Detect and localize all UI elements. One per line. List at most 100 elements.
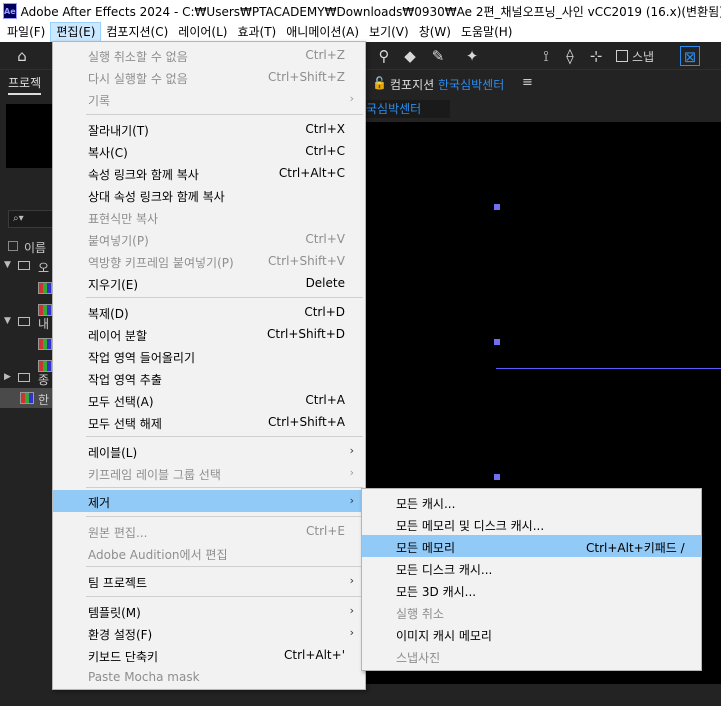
purge-menu-item[interactable]: 모든 메모리 Ctrl+Alt+키패드 / — [362, 535, 701, 557]
menu-window[interactable]: 창(W) — [414, 22, 456, 42]
panel-menu-icon[interactable]: ≡ — [522, 75, 533, 90]
edit-menu-dropdown: 실행 취소할 수 없음 Ctrl+Z 다시 실행할 수 없음 Ctrl+Shift+Z… — [52, 41, 366, 690]
edit-menu-item-label: 다시 실행할 수 없음 — [88, 72, 188, 86]
project-comp-row[interactable]: 한 — [0, 388, 54, 408]
edit-menu-item[interactable]: 복제(D) Ctrl+D — [53, 301, 365, 323]
project-item-row[interactable] — [0, 334, 54, 354]
menu-animation[interactable]: 애니메이션(A) — [281, 22, 364, 42]
purge-menu-item[interactable]: 모든 디스크 캐시... — [362, 557, 701, 579]
menu-separator — [86, 436, 363, 437]
footage-icon — [38, 338, 52, 350]
menu-layer[interactable]: 레이어(L) — [173, 22, 232, 42]
menu-separator — [86, 566, 363, 567]
composition-tab-prefix: 컴포지션 — [390, 78, 435, 92]
edit-menu-item: 키프레임 레이블 그룹 선택 › — [53, 462, 365, 484]
edit-menu-item-shortcut: Ctrl+C — [305, 144, 345, 158]
transform-handle[interactable] — [494, 204, 500, 210]
project-folder-row[interactable]: ▼ 내 — [0, 312, 54, 332]
edit-menu-item[interactable]: 레이어 분할 Ctrl+Shift+D — [53, 323, 365, 345]
name-column-header[interactable]: 이름 — [24, 239, 46, 256]
project-tab[interactable]: 프로젝 — [8, 74, 42, 95]
menu-bar: 파일(F) 편집(E) 컴포지션(C) 레이어(L) 효과(T) 애니메이션(A… — [0, 22, 721, 42]
transform-handle[interactable] — [494, 339, 500, 345]
edit-menu-item[interactable]: 레이블(L) › — [53, 440, 365, 462]
edit-menu-item: 원본 편집... Ctrl+E — [53, 520, 365, 542]
edit-menu-item: 표현식만 복사 — [53, 206, 365, 228]
project-search-input[interactable]: ⌕▾ — [8, 210, 54, 228]
project-folder-row[interactable]: ▶ 종 — [0, 368, 54, 388]
edit-menu-item[interactable]: 모두 선택(A) Ctrl+A — [53, 389, 365, 411]
menu-separator — [86, 516, 363, 517]
roto-brush-icon[interactable]: ✎ — [428, 46, 448, 66]
edit-menu-item[interactable]: 잘라내기(T) Ctrl+X — [53, 118, 365, 140]
edit-menu-item[interactable]: 작업 영역 들어올리기 — [53, 345, 365, 367]
menu-effect[interactable]: 효과(T) — [232, 22, 281, 42]
edit-menu-item-label: 환경 설정(F) — [88, 628, 153, 642]
chevron-right-icon: › — [349, 92, 354, 105]
edit-menu-item-shortcut: Delete — [305, 276, 345, 290]
project-folder-row[interactable]: ▼ 오 — [0, 256, 54, 276]
edit-menu-item[interactable]: 키보드 단축키 Ctrl+Alt+' — [53, 644, 365, 666]
edit-menu-item[interactable]: 팀 프로젝트 › — [53, 570, 365, 592]
transform-handle[interactable] — [494, 474, 500, 480]
edit-menu-item[interactable]: 작업 영역 추출 — [53, 367, 365, 389]
edit-menu-item[interactable]: 템플릿(M) › — [53, 600, 365, 622]
edit-menu-item: 역방향 키프레임 붙여넣기(P) Ctrl+Shift+V — [53, 250, 365, 272]
label-column-icon[interactable] — [8, 241, 18, 251]
edit-menu-item[interactable]: 모두 선택 해제 Ctrl+Shift+A — [53, 411, 365, 433]
menu-file[interactable]: 파일(F) — [2, 22, 50, 42]
folder-icon — [18, 261, 30, 270]
purge-menu-item-label: 이미지 캐시 메모리 — [396, 629, 492, 643]
eraser-icon[interactable]: ◆ — [400, 46, 420, 66]
edit-menu-item: 다시 실행할 수 없음 Ctrl+Shift+Z — [53, 66, 365, 88]
axis-view-icon[interactable]: ⊹ — [586, 46, 606, 66]
puppet-pin-icon[interactable]: ⚲ — [374, 46, 394, 66]
composition-tab[interactable]: 컴포지션 한국심박센터 — [390, 76, 504, 93]
axis-world-icon[interactable]: ⟠ — [560, 46, 580, 66]
purge-menu-item[interactable]: 모든 캐시... — [362, 491, 701, 513]
purge-menu-item[interactable]: 모든 3D 캐시... — [362, 579, 701, 601]
project-panel: 프로젝 ⌕▾ 이름 ▼ 오 ▼ 내 ▶ 종 한 — [0, 70, 54, 706]
chevron-down-icon[interactable]: ▼ — [4, 260, 11, 270]
edit-menu-item-label: Adobe Audition에서 편집 — [88, 548, 228, 562]
lock-icon[interactable]: 🔓 — [372, 76, 387, 90]
edit-menu-item-shortcut: Ctrl+Shift+V — [268, 254, 345, 268]
menu-separator — [86, 487, 363, 488]
purge-menu-item[interactable]: 모든 메모리 및 디스크 캐시... — [362, 513, 701, 535]
edit-menu-item-shortcut: Ctrl+Z — [305, 48, 345, 62]
edit-menu-item[interactable]: 복사(C) Ctrl+C — [53, 140, 365, 162]
menu-separator — [86, 114, 363, 115]
edit-menu-item-shortcut: Ctrl+Alt+' — [283, 648, 345, 662]
axis-local-icon[interactable]: ⟟ — [536, 46, 556, 66]
edit-menu-item[interactable]: 환경 설정(F) › — [53, 622, 365, 644]
edit-menu-item-label: 기록 — [88, 94, 111, 108]
edit-menu-item-label: 속성 링크와 함께 복사 — [88, 168, 199, 182]
after-effects-app-icon: Ae — [3, 3, 17, 19]
menu-edit[interactable]: 편집(E) — [50, 22, 102, 42]
composition-icon — [20, 392, 34, 404]
snap-label: 스냅 — [632, 50, 655, 64]
puppet-tool-icon[interactable]: ✦ — [462, 46, 482, 66]
snapping-icon[interactable]: ⊠ — [680, 46, 700, 66]
edit-menu-item-shortcut: Ctrl+Alt+C — [278, 166, 345, 180]
menu-help[interactable]: 도움말(H) — [456, 22, 518, 42]
edit-menu-item[interactable]: 상대 속성 링크와 함께 복사 — [53, 184, 365, 206]
project-item-row[interactable] — [0, 278, 54, 298]
composition-breadcrumb[interactable]: 국심박센터 — [366, 100, 450, 118]
purge-menu-item[interactable]: 이미지 캐시 메모리 — [362, 623, 701, 645]
edit-menu-item[interactable]: 제거 › — [53, 490, 365, 512]
edit-menu-item-label: 레이블(L) — [88, 446, 138, 460]
edit-menu-item-shortcut: Ctrl+D — [304, 305, 345, 319]
edit-menu-item-label: 상대 속성 링크와 함께 복사 — [88, 190, 225, 204]
chevron-down-icon[interactable]: ▼ — [4, 316, 11, 326]
edit-menu-item-shortcut: Ctrl+Shift+Z — [268, 70, 345, 84]
search-icon: ⌕▾ — [13, 213, 24, 224]
edit-menu-item[interactable]: 지우기(E) Delete — [53, 272, 365, 294]
chevron-right-icon[interactable]: ▶ — [4, 372, 11, 382]
snap-checkbox[interactable] — [616, 50, 628, 62]
edit-menu-item[interactable]: 속성 링크와 함께 복사 Ctrl+Alt+C — [53, 162, 365, 184]
menu-view[interactable]: 보기(V) — [364, 22, 414, 42]
home-icon[interactable]: ⌂ — [12, 46, 32, 66]
menu-composition[interactable]: 컴포지션(C) — [101, 22, 173, 42]
edit-menu-item-label: 원본 편집... — [88, 526, 148, 540]
